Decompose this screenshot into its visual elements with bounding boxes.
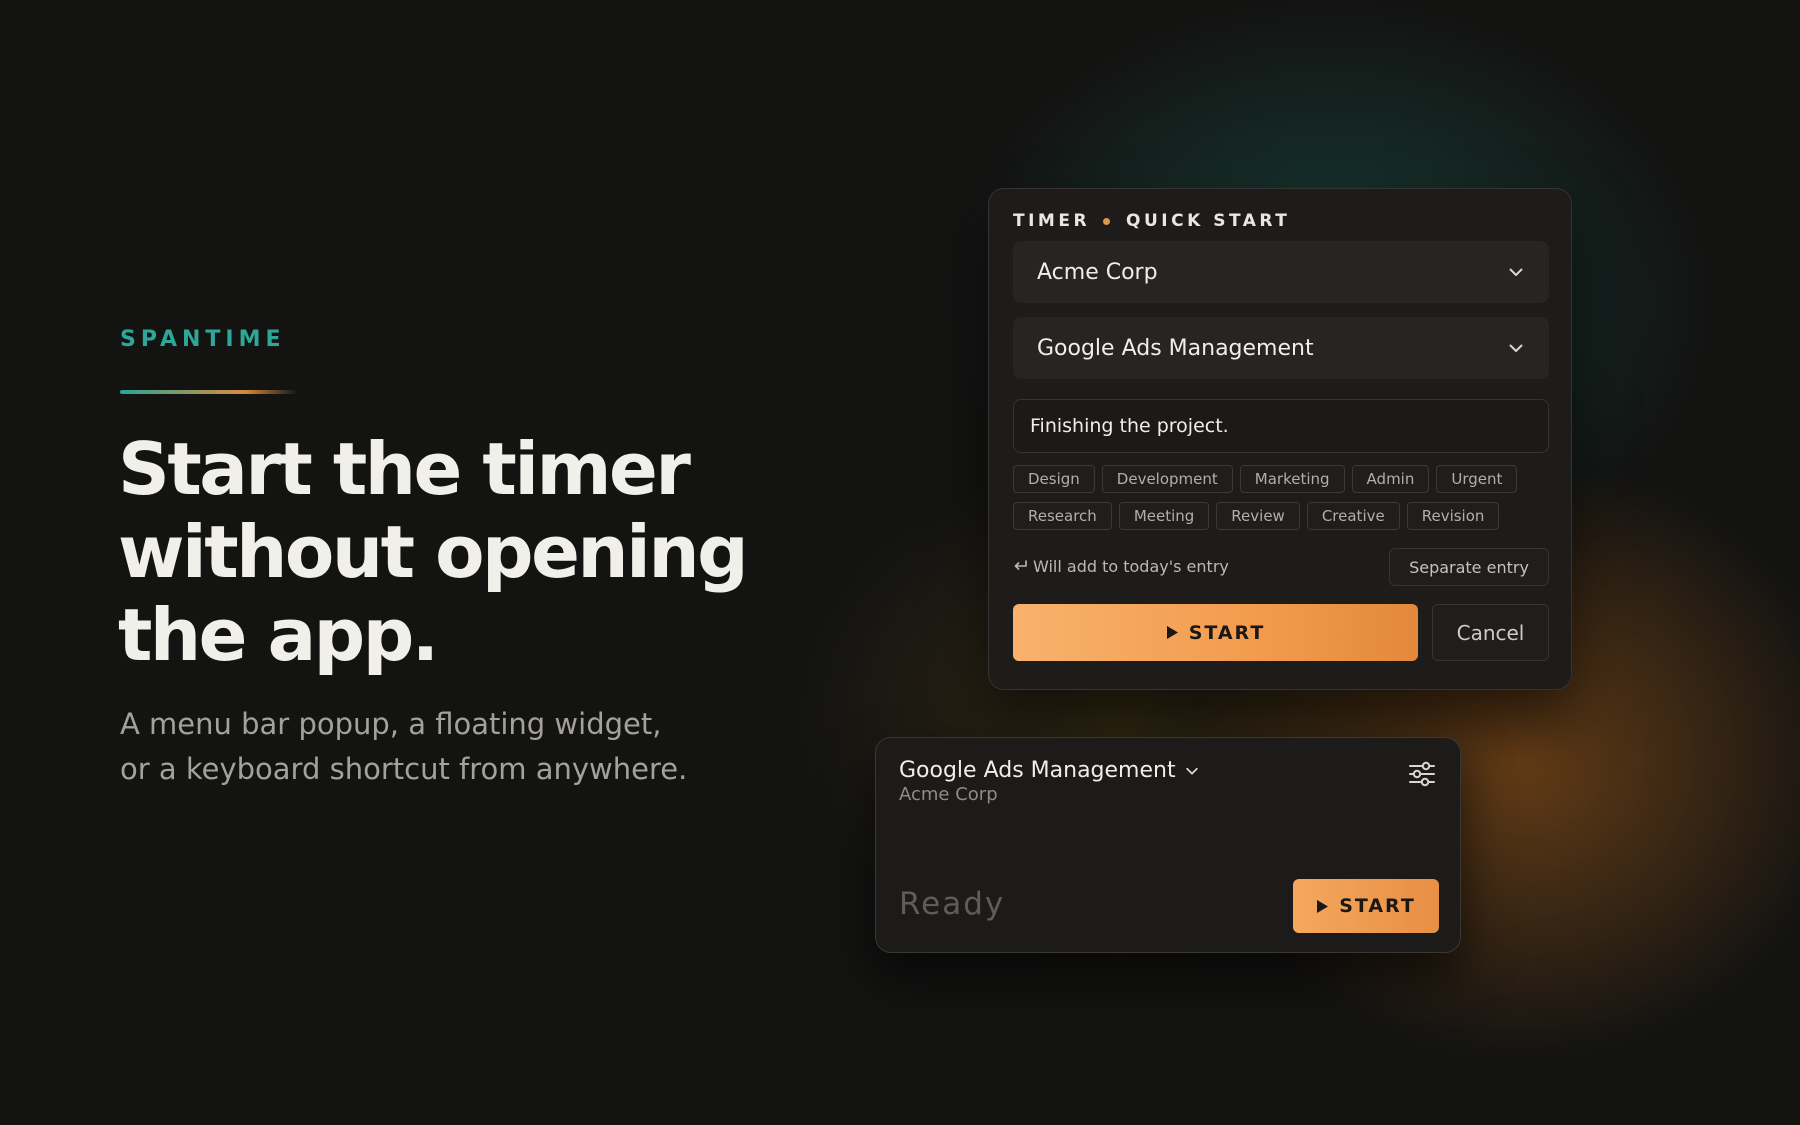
separate-entry-button[interactable]: Separate entry (1389, 548, 1549, 586)
client-select-value: Acme Corp (1037, 259, 1158, 285)
widget-project-name: Google Ads Management (899, 758, 1176, 783)
page-subtitle: A menu bar popup, a floating widget, or … (120, 702, 760, 792)
cancel-button[interactable]: Cancel (1432, 604, 1549, 661)
tag-review[interactable]: Review (1216, 502, 1300, 530)
project-select[interactable]: Google Ads Management (1013, 317, 1549, 379)
play-icon (1166, 626, 1178, 639)
tag-urgent[interactable]: Urgent (1436, 465, 1518, 493)
panel-title: TIMER QUICK START (1013, 211, 1290, 231)
tag-marketing[interactable]: Marketing (1239, 465, 1345, 493)
client-select[interactable]: Acme Corp (1013, 241, 1549, 303)
widget-start-label: START (1339, 895, 1416, 917)
tag-admin[interactable]: Admin (1351, 465, 1430, 493)
project-select-value: Google Ads Management (1037, 335, 1314, 361)
tag-meeting[interactable]: Meeting (1118, 502, 1210, 530)
merge-note: Will add to today's entry (1013, 557, 1229, 576)
start-button-label: START (1188, 621, 1266, 644)
tag-research[interactable]: Research (1013, 502, 1112, 530)
headline-line: without opening (118, 510, 749, 594)
panel-title-quick-start: QUICK START (1126, 211, 1291, 231)
sliders-icon[interactable] (1407, 760, 1437, 788)
widget-start-button[interactable]: START (1293, 879, 1439, 933)
play-icon (1317, 899, 1329, 913)
panel-title-timer: TIMER (1013, 211, 1091, 231)
page-headline: Start the timer without opening the app. (118, 428, 818, 677)
tag-design[interactable]: Design (1013, 465, 1095, 493)
brand-divider (120, 390, 298, 394)
widget-project-select[interactable]: Google Ads Management (899, 758, 1200, 783)
return-arrow-icon (1014, 560, 1027, 570)
chevron-down-icon (1185, 767, 1198, 775)
merge-note-text: Will add to today's entry (1033, 557, 1229, 576)
tag-creative[interactable]: Creative (1306, 502, 1400, 530)
subtitle-line: or a keyboard shortcut from anywhere. (120, 752, 688, 786)
tag-revision[interactable]: Revision (1406, 502, 1500, 530)
widget-client-name: Acme Corp (899, 784, 998, 805)
chevron-down-icon (1509, 344, 1523, 352)
headline-line: Start the timer (118, 427, 691, 511)
tag-development[interactable]: Development (1101, 465, 1233, 493)
headline-line: the app. (118, 593, 439, 677)
tag-list: Design Development Marketing Admin Urgen… (1013, 465, 1553, 530)
start-button[interactable]: START (1013, 604, 1418, 661)
quick-start-panel: TIMER QUICK START Acme Corp Google Ads M… (988, 188, 1572, 690)
widget-status: Ready (899, 886, 1006, 922)
subtitle-line: A menu bar popup, a floating widget, (120, 707, 662, 741)
description-input[interactable] (1013, 399, 1549, 453)
separator-dot (1103, 217, 1111, 225)
chevron-down-icon (1509, 268, 1523, 276)
brand-name: SPANTIME (120, 327, 286, 352)
floating-widget: Google Ads Management Acme Corp Ready ST… (875, 737, 1461, 953)
